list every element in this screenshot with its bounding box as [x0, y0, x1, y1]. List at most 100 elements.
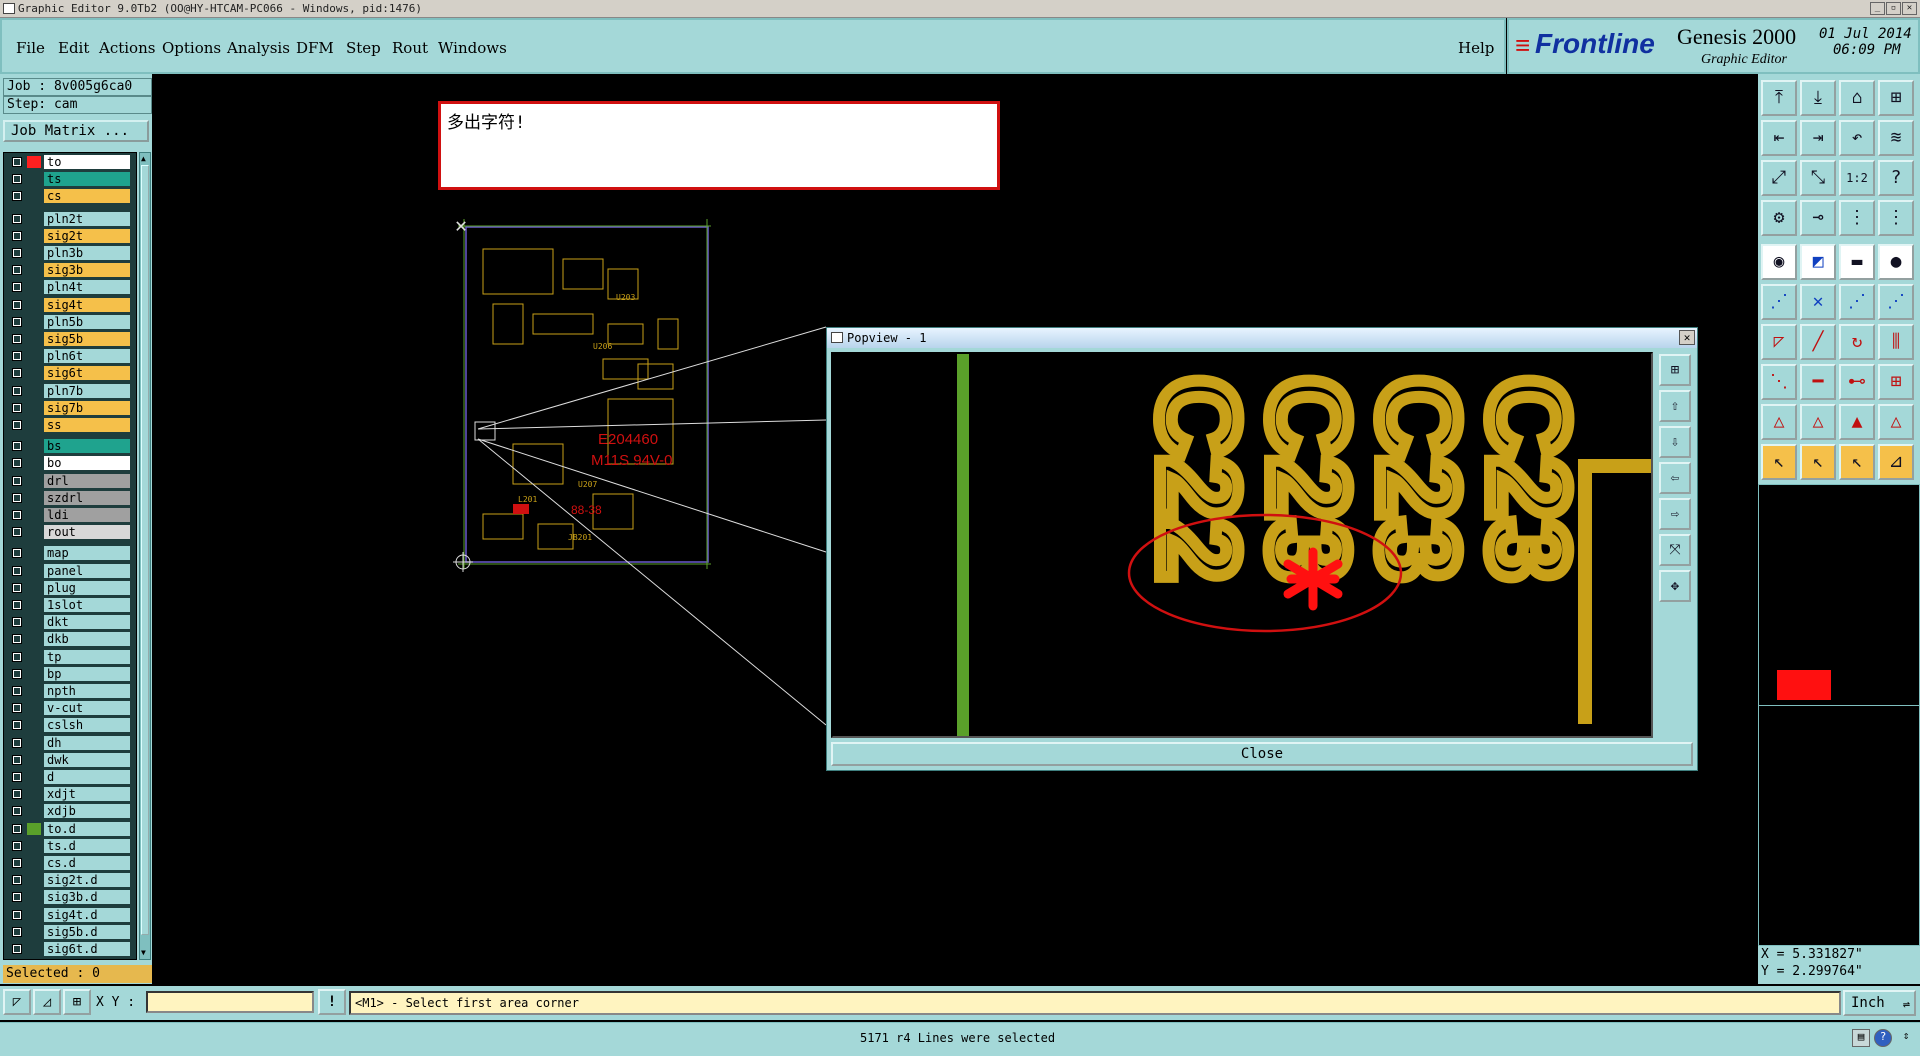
prompt-icon[interactable]: !: [318, 989, 346, 1015]
layer-name[interactable]: xdjb: [44, 804, 130, 819]
tool-icon-12[interactable]: ⚙: [1761, 200, 1797, 236]
minimap[interactable]: [1758, 484, 1920, 946]
tool-icon-17[interactable]: ◩: [1800, 244, 1836, 280]
layer-row-sig4t[interactable]: sig4t: [6, 297, 134, 312]
layer-name[interactable]: sig5b: [44, 332, 130, 346]
layer-row-sig3b-d[interactable]: sig3b.d: [6, 890, 134, 905]
layer-checkbox[interactable]: [12, 926, 22, 937]
help-icon[interactable]: ?: [1874, 1029, 1892, 1047]
layer-row-plug[interactable]: plug: [6, 580, 134, 595]
layer-name[interactable]: ldi: [44, 508, 130, 522]
layer-checkbox[interactable]: [12, 368, 22, 379]
layer-row-dwk[interactable]: dwk: [6, 752, 134, 767]
layer-checkbox[interactable]: [12, 720, 22, 731]
tool-icon-14[interactable]: ⋮: [1839, 200, 1875, 236]
layer-name[interactable]: dwk: [44, 752, 130, 767]
layer-row-szdrl[interactable]: szdrl: [6, 490, 134, 505]
menu-analysis[interactable]: Analysis: [227, 20, 290, 76]
layer-row-to-d[interactable]: to.d ⬋: [6, 821, 159, 836]
layer-row-sig7b[interactable]: sig7b: [6, 400, 134, 415]
layer-row-xdjt[interactable]: xdjt: [6, 787, 134, 802]
layer-checkbox[interactable]: [12, 174, 22, 185]
layer-name[interactable]: sig3b.d: [44, 890, 130, 905]
layer-name[interactable]: pln4t: [44, 280, 130, 295]
layer-name[interactable]: bo ⬋: [44, 456, 159, 471]
tool-icon-39[interactable]: ⊿: [1878, 444, 1914, 480]
layer-row-bo[interactable]: bo ⬋: [6, 456, 159, 471]
popview-canvas[interactable]: C22 C23 C23 C23: [831, 352, 1653, 738]
layer-row-tp[interactable]: tp: [6, 649, 134, 664]
layer-checkbox[interactable]: [12, 510, 22, 520]
layer-row-ss[interactable]: ss: [6, 418, 134, 432]
layer-checkbox[interactable]: [12, 402, 22, 413]
popview-left-icon[interactable]: ⇦: [1659, 462, 1691, 494]
menu-rout[interactable]: Rout: [392, 20, 428, 76]
tool-icon-30[interactable]: ⊷: [1839, 364, 1875, 400]
layer-row-panel[interactable]: panel: [6, 563, 134, 578]
layer-row-map[interactable]: map ⬋: [6, 546, 159, 561]
layer-row-cs[interactable]: cs: [6, 189, 134, 204]
layer-name[interactable]: sig5b.d: [44, 924, 130, 939]
layer-row-dkt[interactable]: dkt: [6, 615, 134, 630]
layer-row-ts[interactable]: ts: [6, 172, 134, 187]
layer-name[interactable]: pln6t: [44, 349, 130, 364]
measure-icon[interactable]: ◿: [33, 989, 61, 1015]
layer-name[interactable]: ts: [44, 172, 130, 187]
tool-icon-0[interactable]: ⤒: [1761, 80, 1797, 116]
tool-icon-33[interactable]: △: [1800, 404, 1836, 440]
layer-checkbox[interactable]: [12, 600, 22, 610]
layer-checkbox[interactable]: [12, 548, 22, 559]
popview-up-icon[interactable]: ⇧: [1659, 390, 1691, 422]
layer-name[interactable]: drl: [44, 473, 130, 488]
popview-down-icon[interactable]: ⇩: [1659, 426, 1691, 458]
layer-row-sig4t-d[interactable]: sig4t.d: [6, 907, 134, 922]
layer-checkbox[interactable]: [12, 651, 22, 662]
layer-row-xdjb[interactable]: xdjb: [6, 804, 134, 819]
layer-row-sig5b-d[interactable]: sig5b.d: [6, 924, 134, 939]
layer-row-npth[interactable]: npth: [6, 684, 134, 698]
layer-checkbox[interactable]: [12, 191, 22, 202]
layer-checkbox[interactable]: [12, 944, 22, 954]
tool-icon-16[interactable]: ◉: [1761, 244, 1797, 280]
tool-icon-26[interactable]: ↻: [1839, 324, 1875, 360]
layer-name[interactable]: to.d ⬋: [44, 821, 159, 836]
layer-checkbox[interactable]: [12, 875, 22, 886]
layer-row-pln4t[interactable]: pln4t: [6, 280, 134, 295]
tool-icon-31[interactable]: ⊞: [1878, 364, 1914, 400]
layer-name[interactable]: map ⬋: [44, 546, 159, 561]
minimize-button[interactable]: _: [1870, 2, 1885, 15]
layer-checkbox[interactable]: [12, 299, 22, 310]
layer-name[interactable]: sig3b: [44, 263, 130, 278]
layer-row-sig5b[interactable]: sig5b: [6, 332, 134, 346]
layer-row-d[interactable]: d: [6, 770, 134, 784]
layer-name[interactable]: 1slot: [44, 598, 130, 612]
layer-row-sig2t[interactable]: sig2t: [6, 228, 134, 243]
layer-checkbox[interactable]: [12, 703, 22, 714]
layer-checkbox[interactable]: [12, 527, 22, 538]
layer-row-ts-d[interactable]: ts.d: [6, 838, 134, 853]
layer-checkbox[interactable]: [12, 617, 22, 628]
layer-checkbox[interactable]: [12, 316, 22, 327]
layer-checkbox[interactable]: [12, 634, 22, 645]
tool-icon-8[interactable]: ⤢: [1761, 160, 1797, 196]
menu-actions[interactable]: Actions: [99, 20, 155, 76]
layer-name[interactable]: pln2t: [44, 211, 130, 226]
layer-name[interactable]: dkb: [44, 632, 130, 647]
tool-icon-10[interactable]: 1:2: [1839, 160, 1875, 196]
xy-input[interactable]: [146, 991, 314, 1013]
layer-name[interactable]: szdrl: [44, 490, 130, 505]
tool-icon-24[interactable]: ◸: [1761, 324, 1797, 360]
popview-zoom-icon[interactable]: ⊞: [1659, 354, 1691, 386]
tool-icon-7[interactable]: ≋: [1878, 120, 1914, 156]
tool-icon-11[interactable]: ?: [1878, 160, 1914, 196]
layer-checkbox[interactable]: [12, 334, 22, 344]
layer-row-1slot[interactable]: 1slot: [6, 598, 134, 612]
layer-checkbox[interactable]: [12, 892, 22, 903]
layer-name[interactable]: sig4t.d: [44, 907, 130, 922]
menu-help[interactable]: Help: [1458, 20, 1494, 76]
layer-name[interactable]: sig6t.d: [44, 942, 130, 956]
tool-icon-9[interactable]: ⤡: [1800, 160, 1836, 196]
layer-row-bs[interactable]: bs: [6, 439, 134, 454]
layer-name[interactable]: sig2t.d: [44, 873, 130, 888]
layer-checkbox[interactable]: [12, 230, 22, 241]
